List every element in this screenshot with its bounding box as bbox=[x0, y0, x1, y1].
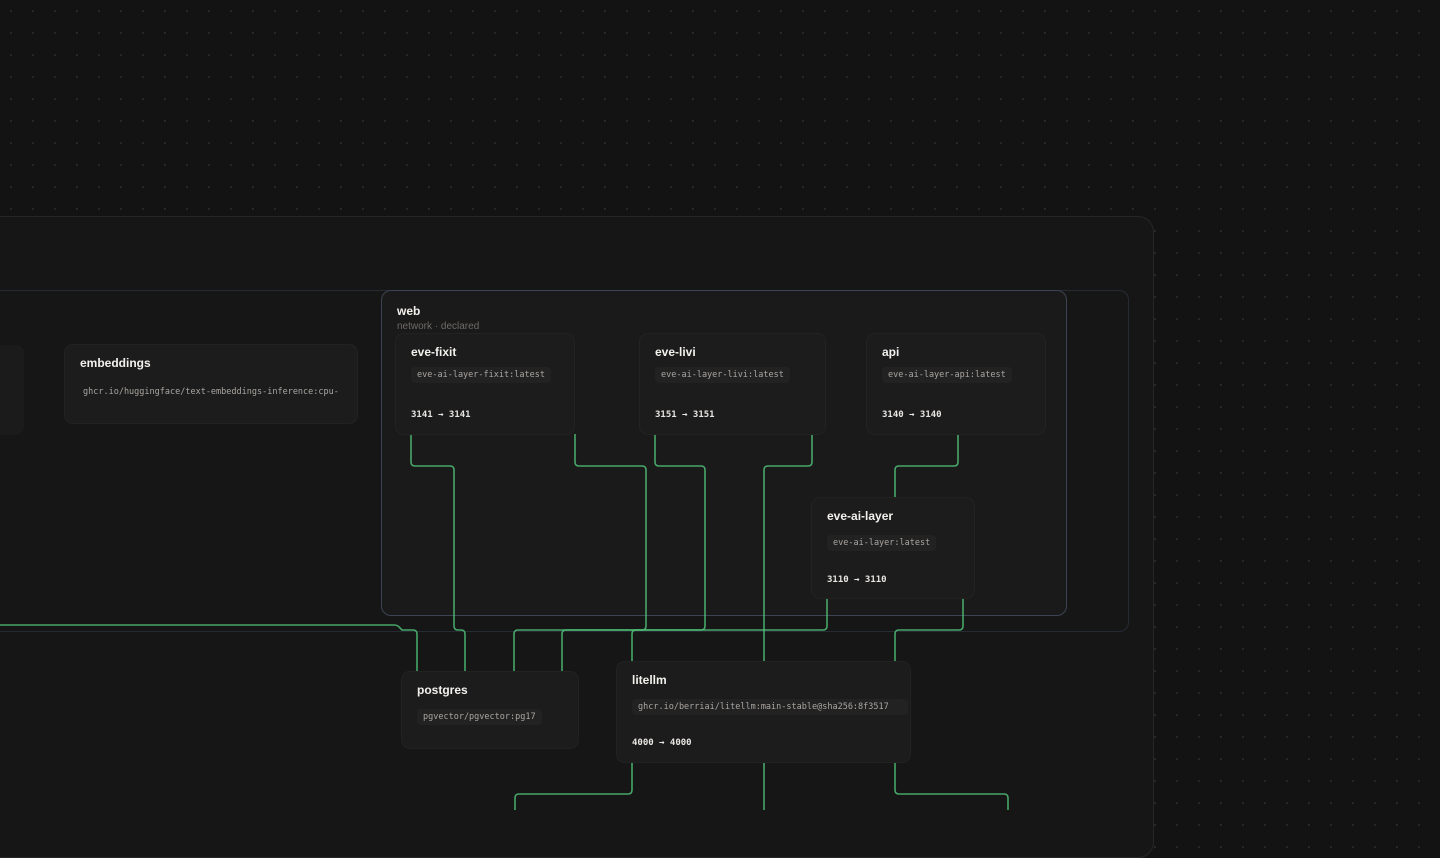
node-image: eve-ai-layer-api:latest bbox=[882, 367, 1012, 383]
node-litellm[interactable]: litellm ghcr.io/berriai/litellm:main-sta… bbox=[617, 662, 910, 762]
node-name: api bbox=[882, 345, 900, 359]
node-ports: 4000 → 4000 bbox=[632, 738, 692, 748]
node-name: litellm bbox=[632, 673, 667, 687]
node-name: postgres bbox=[417, 683, 468, 697]
node-image: eve-ai-layer-livi:latest bbox=[655, 367, 790, 383]
node-ports: 3141 → 3141 bbox=[411, 410, 471, 420]
node-image: pgvector/pgvector:pg17 bbox=[417, 709, 542, 725]
node-embeddings[interactable]: embeddings ghcr.io/huggingface/text-embe… bbox=[65, 345, 357, 423]
node-ports: 3151 → 3151 bbox=[655, 410, 715, 420]
node-image: eve-ai-layer-fixit:latest bbox=[411, 367, 551, 383]
node-name: eve-ai-layer bbox=[827, 509, 894, 523]
node-postgres[interactable]: postgres pgvector/pgvector:pg17 bbox=[402, 672, 578, 748]
node-name: eve-fixit bbox=[411, 345, 457, 359]
node-api[interactable]: api eve-ai-layer-api:latest 3140 → 3140 bbox=[867, 334, 1045, 434]
node-eve-ai-layer[interactable]: eve-ai-layer eve-ai-layer:latest 3110 → … bbox=[812, 498, 974, 598]
node-name: eve-livi bbox=[655, 345, 696, 359]
node-eve-livi[interactable]: eve-livi eve-ai-layer-livi:latest 3151 →… bbox=[640, 334, 825, 434]
node-eve-fixit[interactable]: eve-fixit eve-ai-layer-fixit:latest 3141… bbox=[396, 334, 574, 434]
node-ports: 3140 → 3140 bbox=[882, 410, 942, 420]
node-name: embeddings bbox=[80, 356, 151, 370]
node-image: ghcr.io/berriai/litellm:main-stable@sha2… bbox=[632, 699, 908, 715]
node-image: ghcr.io/huggingface/text-embeddings-infe… bbox=[83, 387, 339, 397]
node-ports: 3110 → 3110 bbox=[827, 575, 887, 585]
node-image: eve-ai-layer:latest bbox=[827, 535, 937, 551]
